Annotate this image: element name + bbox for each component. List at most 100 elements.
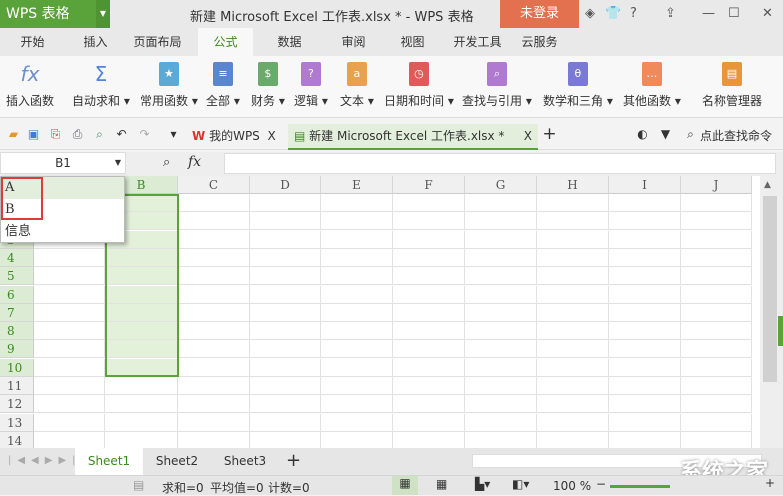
cell[interactable] (609, 322, 681, 341)
cell[interactable] (321, 303, 393, 322)
tab-8[interactable]: 云服务 (512, 28, 567, 56)
tab-6[interactable]: 视图 (385, 28, 440, 56)
cell[interactable] (321, 395, 393, 414)
close-tab-icon[interactable]: X (267, 129, 275, 143)
cell[interactable] (465, 340, 537, 359)
cell[interactable] (178, 248, 250, 267)
insert-function-icon[interactable]: fx (188, 154, 201, 170)
ribbon-button-8[interactable]: ⌕ 查找与引用 ▾ (462, 62, 532, 109)
cell[interactable] (34, 285, 105, 304)
cell[interactable] (178, 340, 250, 359)
cell[interactable] (609, 395, 681, 414)
cell[interactable] (321, 285, 393, 304)
cell[interactable] (321, 212, 393, 231)
tab-0[interactable]: 开始 (5, 28, 60, 56)
cell[interactable] (250, 413, 321, 432)
column-header-C[interactable]: C (178, 176, 250, 194)
cell[interactable] (34, 395, 105, 414)
cell[interactable] (178, 395, 250, 414)
cell[interactable] (609, 212, 681, 231)
search-icon[interactable]: ⌕ (683, 127, 698, 142)
cell[interactable] (393, 340, 465, 359)
redo-icon[interactable]: ↷ (137, 127, 152, 142)
row-header-14[interactable]: 14 (0, 431, 34, 448)
print-icon[interactable]: ⎙ (70, 127, 85, 142)
page-break-view-icon[interactable]: ▦ (436, 477, 447, 491)
normal-view-icon[interactable]: ▦ (392, 476, 418, 495)
cell[interactable] (250, 248, 321, 267)
cell[interactable] (250, 285, 321, 304)
cell[interactable] (34, 248, 105, 267)
cell[interactable] (681, 303, 752, 322)
cell[interactable] (321, 413, 393, 432)
cell[interactable] (178, 322, 250, 341)
sheet-tab-2[interactable]: Sheet2 (143, 448, 211, 475)
ribbon-button-9[interactable]: θ 数学和三角 ▾ (543, 62, 613, 109)
cell[interactable] (465, 248, 537, 267)
cell[interactable] (34, 303, 105, 322)
ribbon-button-0[interactable]: fx 插入函数 (6, 62, 54, 109)
cell[interactable] (609, 358, 681, 377)
cell[interactable] (537, 358, 609, 377)
cell[interactable] (681, 194, 752, 212)
cell[interactable] (178, 194, 250, 212)
ribbon-button-6[interactable]: a 文本 ▾ (340, 62, 374, 109)
cell[interactable] (609, 248, 681, 267)
cell[interactable] (105, 377, 178, 395)
cell[interactable] (34, 413, 105, 432)
cell[interactable] (34, 358, 105, 377)
open-icon[interactable]: ▰ (6, 127, 21, 142)
new-tab-icon[interactable]: + (542, 126, 557, 143)
help-icon[interactable]: ? (630, 6, 637, 21)
cell[interactable] (321, 340, 393, 359)
cell[interactable] (609, 413, 681, 432)
maximize-icon[interactable]: ☐ (728, 6, 740, 21)
sheet-tab-1[interactable]: Sheet1 (75, 448, 143, 475)
cell[interactable] (681, 212, 752, 231)
dropdown-item-2[interactable]: 信息 (1, 221, 124, 243)
tab-document[interactable]: ▤ 新建 Microsoft Excel 工作表.xlsx * X (288, 124, 538, 150)
row-header-10[interactable]: 10 (0, 358, 34, 377)
cell[interactable] (537, 248, 609, 267)
cell[interactable] (465, 395, 537, 414)
cell[interactable] (250, 340, 321, 359)
zoom-slider[interactable] (610, 485, 670, 488)
vertical-scrollbar[interactable]: ▲ (760, 176, 783, 448)
cell[interactable] (393, 248, 465, 267)
add-sheet-icon[interactable]: + (286, 450, 301, 471)
cell[interactable] (250, 377, 321, 395)
cell[interactable] (393, 358, 465, 377)
column-header-F[interactable]: F (393, 176, 465, 194)
cell[interactable] (681, 340, 752, 359)
row-header-9[interactable]: 9 (0, 340, 34, 359)
cell[interactable] (393, 267, 465, 286)
tab-4[interactable]: 数据 (262, 28, 317, 56)
cell[interactable] (250, 230, 321, 249)
row-header-6[interactable]: 6 (0, 285, 34, 304)
cell[interactable] (178, 212, 250, 231)
export-pdf-icon[interactable]: ⎘ (48, 127, 63, 142)
cell[interactable] (537, 322, 609, 341)
cell[interactable] (105, 395, 178, 414)
row-header-13[interactable]: 13 (0, 413, 34, 432)
cell[interactable] (321, 230, 393, 249)
login-button[interactable]: 未登录 (500, 0, 579, 28)
cell[interactable] (321, 431, 393, 448)
cell[interactable] (393, 303, 465, 322)
cell[interactable] (537, 285, 609, 304)
formula-input[interactable] (224, 153, 776, 174)
close-icon[interactable]: ✕ (762, 6, 773, 21)
cell[interactable] (393, 230, 465, 249)
cell[interactable] (393, 212, 465, 231)
ribbon-button-10[interactable]: … 其他函数 ▾ (623, 62, 681, 109)
chevron-down-icon[interactable]: ▼ (96, 0, 110, 28)
sheet-nav-icon[interactable]: |◀◀▶▶| (8, 455, 82, 466)
tab-7[interactable]: 开发工具 (450, 28, 505, 56)
cell[interactable] (465, 377, 537, 395)
row-header-8[interactable]: 8 (0, 322, 34, 341)
cell[interactable] (681, 230, 752, 249)
zoom-function-icon[interactable]: ⌕ (163, 155, 170, 170)
shirt-icon[interactable]: 👕 (605, 6, 621, 21)
customize-icon[interactable]: ▾ (166, 127, 181, 142)
cell[interactable] (609, 303, 681, 322)
